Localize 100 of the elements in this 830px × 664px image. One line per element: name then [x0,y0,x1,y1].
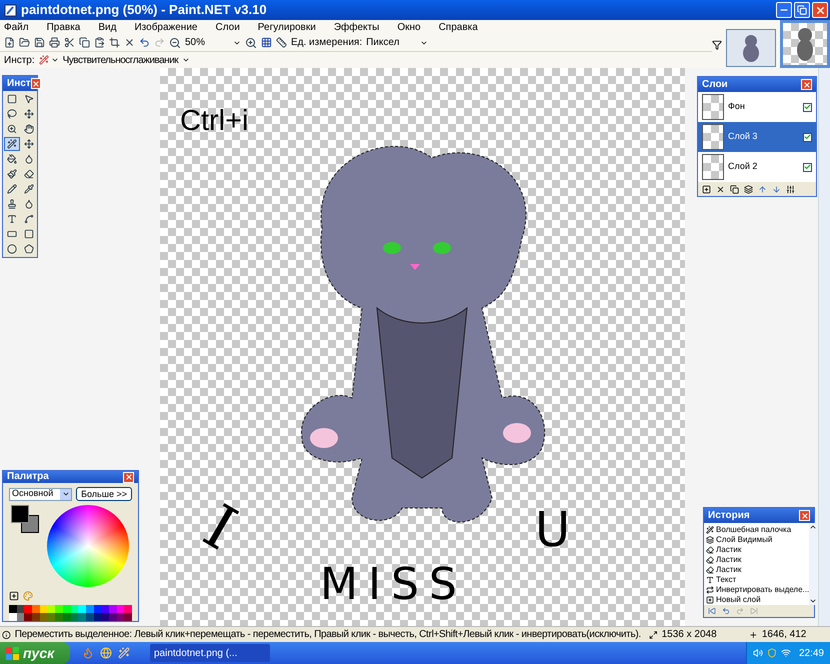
visibility-checkbox[interactable] [803,102,812,112]
tool-dropdown[interactable] [38,55,59,65]
color-swatch[interactable] [24,613,32,621]
color-swatch[interactable] [124,613,132,621]
history-icon [706,596,714,604]
crop-icon[interactable] [109,37,120,48]
panel-title: Инст [7,78,31,88]
menu-item[interactable]: Вид [98,20,116,34]
folder-icon[interactable] [19,37,30,48]
image-preview[interactable] [726,29,776,67]
close-button[interactable] [801,79,812,90]
zoom-in-icon[interactable] [245,36,257,48]
paste-icon[interactable] [94,37,105,48]
zoom-out-icon[interactable] [169,36,181,48]
image-thumbnail[interactable] [780,20,830,68]
color-swatch[interactable] [101,605,109,613]
color-swatch[interactable] [47,613,56,621]
visibility-checkbox[interactable] [803,132,812,142]
properties-icon[interactable] [786,184,795,194]
image-canvas[interactable]: Ctrl+i I MISS U [160,68,685,626]
close-button[interactable] [123,472,134,482]
grid-icon[interactable] [261,37,272,48]
layer-thumbnail [702,124,724,150]
undo-icon[interactable] [139,37,150,48]
printer-icon[interactable] [49,37,60,48]
paint-icon[interactable] [118,647,130,659]
ruler-icon[interactable] [276,37,287,48]
speaker-icon[interactable] [752,648,763,658]
color-swatch[interactable] [9,605,17,613]
units-dropdown[interactable]: Пиксел [366,35,428,50]
zoom-dropdown[interactable]: 50% [185,35,241,50]
globe-icon[interactable] [100,647,112,659]
color-swatch[interactable] [55,613,63,621]
color-swatch[interactable] [55,605,63,613]
scissors-icon[interactable] [64,37,75,48]
add-color-icon[interactable] [9,591,19,601]
color-swatch[interactable] [101,613,109,621]
deselect-icon[interactable] [124,37,135,48]
minimize-button[interactable] [776,2,792,18]
move-up-icon[interactable] [758,184,767,194]
color-swatch[interactable] [24,605,32,613]
taskbar-task[interactable]: paintdotnet.png (... [150,644,270,662]
window-title: paintdotnet.png (50%) - Paint.NET v3.10 [21,1,267,20]
color-swatch[interactable] [9,613,17,621]
close-button[interactable] [812,2,828,18]
menu-item[interactable]: Эффекты [334,20,380,34]
color-swatch[interactable] [78,605,86,613]
move-down-icon[interactable] [772,184,781,194]
color-swatch[interactable] [47,605,56,613]
restore-icon [797,5,807,15]
cursor-position: 1646, 412 [762,628,808,642]
history-item[interactable]: Текст [716,576,736,584]
copy-icon[interactable] [79,37,90,48]
wand-icon[interactable] [4,137,20,151]
filter-icon[interactable] [712,40,722,50]
undo-icon[interactable] [722,607,730,615]
restore-button[interactable] [794,2,810,18]
status-hint: Переместить выделенное: Левый клик+перемещать - переместить, Правый клик - вычесть, Ctrl+Shift+Левый клик - инвертировать(исключить). [14,628,641,642]
color-swatch[interactable] [124,605,132,613]
merge-icon[interactable] [744,184,753,194]
history-icon [706,556,714,564]
history-item[interactable]: Ластик [716,556,742,564]
menu-item[interactable]: Регулировки [258,20,316,34]
network-icon[interactable] [780,648,791,658]
layer-row[interactable]: Слой 2 [698,152,816,182]
menu-item[interactable]: Файл [4,20,29,34]
menu-item[interactable]: Справка [438,20,478,34]
history-item[interactable]: Волшебная палочка [716,526,792,534]
color-swatch[interactable] [32,605,40,613]
palette-mode-dropdown[interactable]: Основной [9,488,72,500]
menu-item[interactable]: Изображение [134,20,198,34]
menu-item[interactable]: Окно [397,20,421,34]
color-swatch[interactable] [32,613,40,621]
rewind-icon[interactable] [708,607,716,615]
mode-dropdown[interactable]: Чувствительносглаживаник [62,52,190,68]
color-swatch[interactable] [78,613,86,621]
more-button[interactable]: Больше >> [76,487,132,501]
close-button[interactable] [799,510,810,521]
delete-icon[interactable] [716,184,725,194]
new-file-icon[interactable] [4,37,15,48]
history-item[interactable]: Слой Видимый [716,536,772,544]
layer-row[interactable]: Фон [698,92,816,122]
start-button[interactable]: пуск [0,642,70,664]
add-layer-icon[interactable] [702,184,711,194]
scrollbar[interactable] [818,68,830,626]
layer-row[interactable]: Слой 3 [698,122,816,152]
menu-item[interactable]: Правка [46,20,80,34]
history-item[interactable]: Ластик [716,566,742,574]
duplicate-icon[interactable] [730,184,739,194]
caret-icon [809,597,818,605]
history-item[interactable]: Инвертировать выделе... [716,586,810,594]
cursor-icon [749,630,758,640]
scrollbar[interactable] [809,523,818,605]
history-item[interactable]: Ластик [716,546,742,554]
primary-color[interactable] [11,505,29,523]
close-button[interactable] [30,78,41,89]
history-item[interactable]: Новый слой [716,596,761,604]
save-icon[interactable] [34,37,45,48]
menu-item[interactable]: Слои [215,20,240,34]
visibility-checkbox[interactable] [803,162,812,172]
